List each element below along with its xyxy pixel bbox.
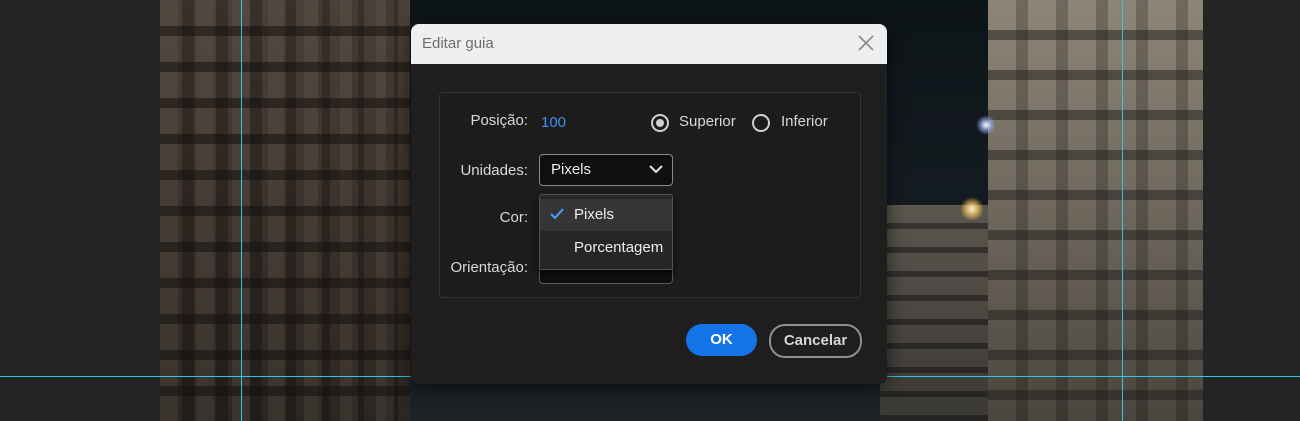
- street-light: [976, 115, 996, 135]
- cancel-button[interactable]: Cancelar: [769, 324, 862, 358]
- guide-line-vertical[interactable]: [241, 0, 242, 421]
- close-icon: [858, 35, 874, 51]
- guide-line-vertical[interactable]: [1122, 0, 1123, 421]
- menu-item-label: Pixels: [574, 206, 615, 223]
- units-label: Unidades:: [460, 162, 528, 179]
- radio-bottom-label[interactable]: Inferior: [781, 113, 828, 130]
- units-select-value: Pixels: [551, 161, 592, 178]
- building-middle: [880, 205, 990, 421]
- orientation-label: Orientação:: [450, 259, 528, 276]
- radio-bottom[interactable]: [752, 114, 770, 132]
- menu-item-label: Porcentagem: [574, 239, 664, 256]
- building-right-windows: [988, 0, 1203, 421]
- menu-item-percentage[interactable]: Porcentagem: [540, 232, 672, 264]
- radio-top[interactable]: [651, 114, 669, 132]
- building-left-windows: [160, 0, 410, 421]
- ok-button[interactable]: OK: [686, 324, 757, 356]
- dialog-header: Editar guia: [411, 24, 887, 64]
- ok-button-label: OK: [710, 331, 733, 348]
- position-label: Posição:: [470, 112, 528, 129]
- close-button[interactable]: [855, 32, 877, 54]
- cancel-button-label: Cancelar: [783, 332, 848, 349]
- units-dropdown-menu: Pixels Porcentagem: [539, 194, 673, 270]
- street-light: [960, 197, 984, 221]
- edit-guide-dialog: Editar guia Posição: 100 Superior Inferi…: [411, 24, 887, 384]
- color-label: Cor:: [499, 209, 528, 226]
- chevron-down-icon: [649, 165, 663, 174]
- position-value[interactable]: 100: [541, 114, 566, 131]
- menu-item-pixels[interactable]: Pixels: [540, 199, 672, 231]
- units-select[interactable]: Pixels: [539, 154, 673, 186]
- dialog-title: Editar guia: [422, 35, 494, 52]
- check-icon: [550, 208, 564, 220]
- radio-top-label[interactable]: Superior: [679, 113, 736, 130]
